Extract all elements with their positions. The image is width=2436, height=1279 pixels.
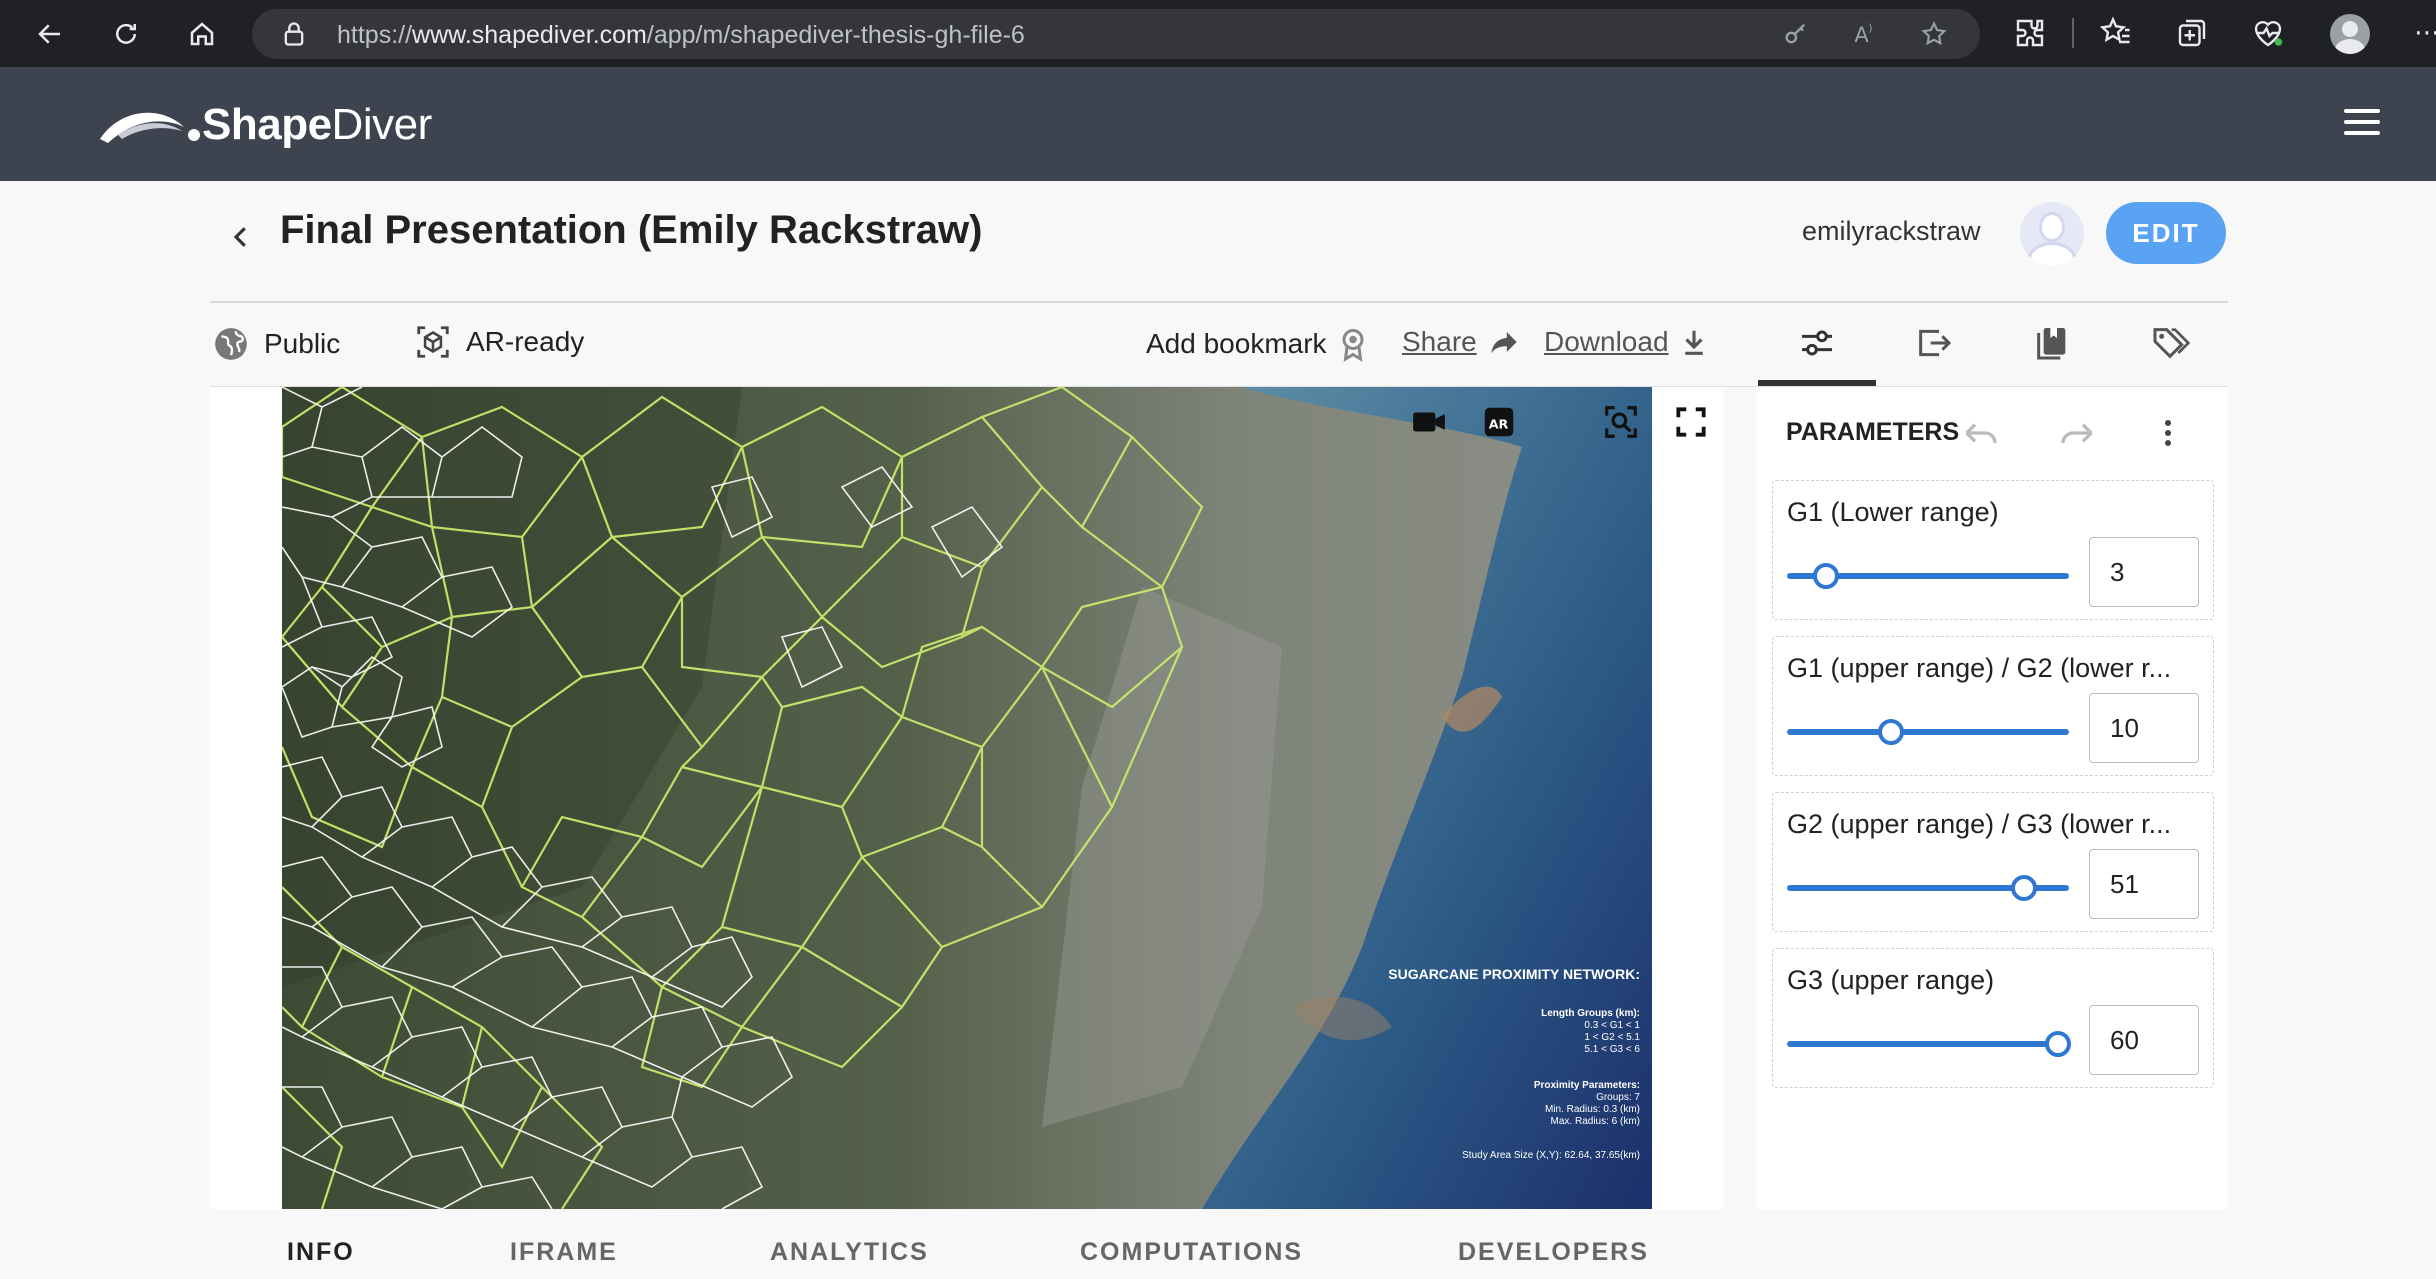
svg-text:AR: AR [1489,416,1509,431]
refresh-icon[interactable] [106,14,146,54]
lock-icon[interactable] [280,20,308,48]
legend-length-group: 0.3 < G1 < 1 [1584,1020,1640,1031]
toolbar-divider [2072,18,2074,48]
app-header: ShapeDiver [0,67,2436,181]
back-icon[interactable] [30,14,70,54]
svg-text:A: A [1854,23,1869,47]
legend-title: SUGARCANE PROXIMITY NETWORK: [1388,966,1640,982]
camera-icon[interactable] [1410,403,1448,441]
share-button[interactable]: Share [1402,325,1521,359]
key-icon[interactable] [1782,20,1810,48]
globe-icon [215,328,247,360]
ar-cube-icon [417,326,449,358]
parameter-slider-track[interactable] [1787,729,2069,735]
shapediver-logo[interactable]: ShapeDiver [98,97,432,153]
svg-text:): ) [1868,23,1872,35]
parameter-slider-track[interactable] [1787,1041,2069,1047]
edit-button[interactable]: EDIT [2106,202,2226,264]
home-icon[interactable] [182,14,222,54]
tab-computations[interactable]: COMPUTATIONS [1080,1238,1303,1267]
bookmark-ribbon-icon[interactable] [1335,325,1371,363]
hamburger-menu-icon[interactable] [2344,109,2380,139]
favorite-star-icon[interactable] [1920,20,1948,48]
share-label[interactable]: Share [1402,326,1477,358]
logo-swoosh-icon [100,112,200,143]
ar-status-label: AR-ready [466,326,585,357]
parameter-value-input[interactable]: 3 [2089,537,2199,607]
extensions-icon[interactable] [2012,15,2048,51]
legend-length-group: 1 < G2 < 5.1 [1584,1032,1640,1043]
legend-proximity-title: Proximity Parameters: [1533,1080,1640,1091]
visibility-label: Public [264,328,341,359]
legend-proximity-item: Max. Radius: 6 (km) [1550,1116,1640,1127]
parameter-slider-thumb[interactable] [2010,875,2037,901]
page-title: Final Presentation (Emily Rackstraw) [280,208,983,252]
ar-view-icon[interactable]: AR [1480,403,1518,441]
parameter-slider-thumb[interactable] [1878,719,1905,745]
add-bookmark-button[interactable]: Add bookmark [1146,325,1371,363]
parameter-label: G3 (upper range) [1787,965,1995,995]
parameter-card: G3 (upper range) 60 [1772,948,2214,1088]
favorites-icon[interactable] [2098,15,2134,51]
browser-toolbar: https://www.shapediver.com/app/m/shapedi… [0,0,2436,67]
back-chevron-icon[interactable] [226,222,256,252]
tags-tab-icon[interactable] [2150,323,2190,363]
download-icon[interactable] [1679,325,1709,359]
redo-icon[interactable] [2058,418,2098,448]
parameter-card: G1 (upper range) / G2 (lower r... 10 [1772,636,2214,776]
browser-essentials-icon[interactable] [2250,15,2286,51]
exports-tab-icon[interactable] [1914,323,1954,363]
map-legend: SUGARCANE PROXIMITY NETWORK: Length Grou… [1360,966,1640,1162]
username[interactable]: emilyrackstraw [1802,216,1981,247]
more-menu-icon[interactable]: ⋯ [2414,19,2436,45]
parameter-label: G2 (upper range) / G3 (lower r... [1787,809,2172,839]
legend-proximity-item: Min. Radius: 0.3 (km) [1544,1104,1640,1115]
parameter-label: G1 (upper range) / G2 (lower r... [1787,653,2172,683]
parameter-value-input[interactable]: 60 [2089,1005,2199,1075]
parameter-card: G1 (Lower range) 3 [1772,480,2214,620]
legend-proximity-item: Groups: 7 [1596,1092,1640,1103]
user-avatar[interactable] [2020,202,2084,266]
fullscreen-icon[interactable] [1672,403,1710,441]
add-bookmark-label[interactable]: Add bookmark [1146,328,1327,360]
logo-text: ShapeDiver [202,100,432,149]
share-arrow-icon[interactable] [1487,325,1521,359]
legend-length-group: 5.1 < G3 < 6 [1584,1044,1640,1055]
visibility-status: Public [212,325,340,363]
profile-avatar-icon[interactable] [2330,14,2370,54]
parameter-slider-thumb[interactable] [1813,563,1840,589]
title-divider [210,301,2228,303]
parameter-value-input[interactable]: 10 [2089,693,2199,763]
legend-study-area: Study Area Size (X,Y): 62.64, 37.65(km) [1462,1150,1640,1161]
kebab-menu-icon[interactable] [2162,418,2174,452]
tab-info[interactable]: INFO [287,1238,355,1267]
legend-length-groups-title: Length Groups (km): [1541,1008,1640,1019]
tab-developers[interactable]: DEVELOPERS [1458,1238,1649,1267]
tab-analytics[interactable]: ANALYTICS [770,1238,929,1267]
parameter-value-input[interactable]: 51 [2089,849,2199,919]
undo-icon[interactable] [1960,418,2000,448]
collections-icon[interactable] [2174,15,2210,51]
ar-status: AR-ready [414,323,584,361]
parameter-label: G1 (Lower range) [1787,497,1999,527]
parameter-card: G2 (upper range) / G3 (lower r... 51 [1772,792,2214,932]
download-button[interactable]: Download [1544,325,1709,359]
parameters-title: PARAMETERS [1786,418,1960,446]
read-aloud-icon[interactable]: A) [1852,20,1880,48]
url-text[interactable]: https://www.shapediver.com/app/m/shapedi… [337,21,1025,50]
data-tab-icon[interactable] [2032,323,2072,363]
zoom-extents-icon[interactable] [1602,403,1640,441]
address-bar[interactable]: https://www.shapediver.com/app/m/shapedi… [252,9,1980,59]
tab-iframe[interactable]: IFRAME [510,1238,618,1267]
parameters-tab-sliders-icon[interactable] [1797,323,1837,363]
parameter-slider-thumb[interactable] [2044,1031,2071,1057]
download-label[interactable]: Download [1544,326,1669,358]
